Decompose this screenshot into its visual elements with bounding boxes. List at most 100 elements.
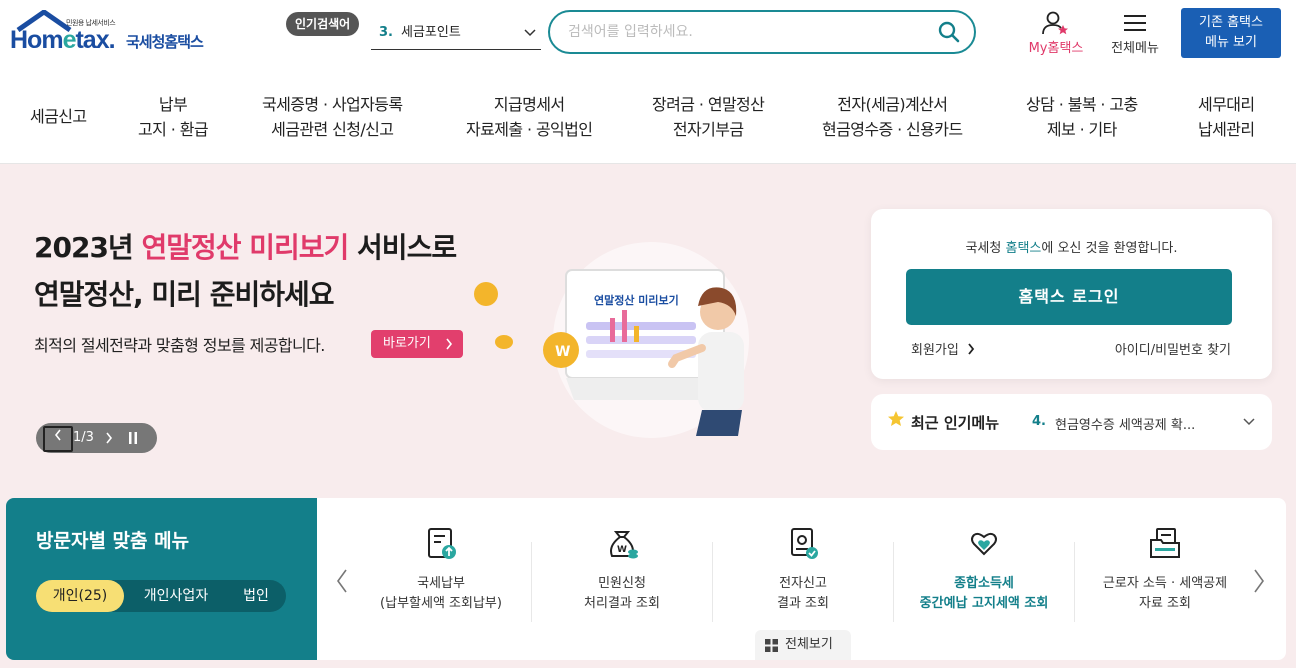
quick-item-income-tax[interactable]: 종합소득세 중간예납 고지세액 조회: [894, 526, 1074, 614]
nav-label: 고지 · 환급: [138, 120, 209, 139]
recent-menu-rank: 4.: [1032, 414, 1046, 429]
old-btn-line2: 메뉴 보기: [1205, 35, 1257, 50]
star-icon: [888, 411, 904, 426]
user-star-icon: [1042, 11, 1068, 35]
quick-label: 민원신청: [598, 576, 646, 591]
nav-incentive[interactable]: 장려금 · 연말정산전자기부금: [652, 92, 765, 142]
hamburger-icon: [1124, 15, 1146, 31]
old-btn-line1: 기존 홈택스: [1199, 15, 1263, 30]
header: 민원용 납세서비스 Hometax. 국세청홈택스 인기검색어 3. 세금포인트 …: [0, 0, 1296, 70]
nav-label: 현금영수증 · 신용카드: [822, 120, 963, 139]
nav-label: 전자(세금)계산서: [837, 95, 948, 114]
welcome-highlight: 홈택스: [1005, 241, 1042, 256]
hero-go-label: 바로가기: [383, 336, 431, 351]
nav-label: 납세관리: [1198, 120, 1255, 139]
welcome-a: 국세청: [965, 241, 1006, 256]
quick-label: 종합소득세: [954, 576, 1014, 591]
logo-en: Hometax.: [10, 26, 116, 54]
slider-page-indicator: 1/3: [73, 430, 94, 445]
find-id-password-link[interactable]: 아이디/비밀번호 찾기: [1115, 339, 1231, 358]
nav-label: 상담 · 불복 · 고충: [1026, 95, 1138, 114]
pause-icon[interactable]: [128, 432, 138, 444]
nav-label: 지급명세서: [493, 95, 565, 114]
nav-label: 장려금 · 연말정산: [652, 95, 765, 114]
nav-label: 납부: [158, 95, 188, 114]
chevron-right-icon: [446, 338, 453, 350]
old-hometax-button[interactable]: 기존 홈택스 메뉴 보기: [1181, 8, 1281, 58]
login-button[interactable]: 홈택스 로그인: [906, 269, 1232, 325]
money-bag-icon: W: [610, 531, 638, 559]
hero-title-line2: 연말정산, 미리 준비하세요: [34, 278, 334, 311]
quick-item-worker-deduction[interactable]: 근로자 소득 · 세액공제 자료 조회: [1075, 526, 1255, 614]
tab-sole-proprietor[interactable]: 개인사업자: [128, 580, 224, 612]
login-card: 국세청 홈택스에 오신 것을 환영합니다. 홈택스 로그인 회원가입 아이디/비…: [871, 209, 1272, 379]
slider-next-button[interactable]: [104, 431, 114, 445]
my-hometax-button[interactable]: My홈택스: [1018, 10, 1094, 58]
recent-popular-menu: 최근 인기메뉴 4. 현금영수증 세액공제 확...: [871, 394, 1272, 450]
nav-payment-statement[interactable]: 지급명세서자료제출 · 공익법인: [466, 92, 593, 142]
welcome-b: 에 오신 것을 환영합니다.: [1041, 241, 1178, 256]
view-all-label: 전체보기: [785, 637, 833, 652]
visitor-menu-title: 방문자별 맞춤 메뉴: [36, 530, 190, 552]
nav-e-invoice[interactable]: 전자(세금)계산서현금영수증 · 신용카드: [822, 92, 963, 142]
year-end-settlement-illustration: 연말정산 미리보기 W: [543, 242, 749, 438]
recent-menu-item[interactable]: 현금영수증 세액공제 확...: [1055, 414, 1195, 433]
folder-document-icon: [1150, 528, 1180, 558]
quick-label: 국세납부: [417, 576, 465, 591]
search-box: [548, 10, 976, 54]
chevron-down-icon[interactable]: [1242, 414, 1256, 428]
popular-search-badge: 인기검색어: [286, 12, 360, 36]
slider-controls: 1/3: [36, 423, 157, 453]
quick-label: (납부할세액 조회납부): [380, 596, 502, 611]
logo-ko: 국세청홈택스: [126, 33, 204, 51]
tab-individual[interactable]: 개인(25): [36, 580, 124, 612]
search-input[interactable]: [568, 21, 928, 43]
quick-item-e-filing[interactable]: 전자신고 결과 조회: [713, 526, 893, 614]
tab-corporation[interactable]: 법인: [228, 580, 284, 612]
chevron-left-icon[interactable]: [335, 568, 349, 594]
recent-menu-title: 최근 인기메뉴: [911, 414, 1000, 432]
quick-label: 결과 조회: [777, 596, 829, 611]
popular-search-select[interactable]: 3. 세금포인트: [371, 16, 541, 50]
nav-label: 세금신고: [30, 107, 87, 126]
nav-consulting[interactable]: 상담 · 불복 · 고충제보 · 기타: [1026, 92, 1138, 142]
nav-label: 세무대리: [1198, 95, 1255, 114]
search-icon[interactable]: [938, 21, 960, 43]
svg-text:W: W: [617, 545, 627, 555]
visitor-menu-panel: 방문자별 맞춤 메뉴 개인(25) 개인사업자 법인: [6, 498, 317, 660]
popular-term: 세금포인트: [400, 25, 461, 40]
grid-icon: [765, 639, 778, 652]
hero-go-button[interactable]: 바로가기: [371, 330, 463, 358]
quick-label: 자료 조회: [1139, 596, 1191, 611]
nav-label: 자료제출 · 공익법인: [466, 120, 593, 139]
quick-label: 전자신고: [779, 576, 827, 591]
slider-prev-button[interactable]: [43, 426, 73, 452]
hometax-logo[interactable]: 민원용 납세서비스 Hometax. 국세청홈택스: [8, 8, 223, 60]
chevron-down-icon: [524, 29, 536, 37]
heart-hands-icon: [971, 532, 997, 556]
quick-label: 처리결과 조회: [584, 596, 660, 611]
view-all-button[interactable]: 전체보기: [755, 630, 851, 660]
nav-tax-return[interactable]: 세금신고: [30, 104, 87, 129]
nav-label: 제보 · 기타: [1046, 120, 1118, 139]
hero-title-a: 2023년: [34, 231, 142, 264]
join-label: 회원가입: [911, 343, 959, 358]
hero-title-b: 서비스로: [348, 231, 457, 264]
popular-rank: 3.: [379, 25, 393, 40]
my-hometax-label: My홈택스: [1028, 41, 1084, 56]
visitor-tabs: 개인(25) 개인사업자 법인: [36, 580, 286, 612]
quick-item-civil-petition[interactable]: W 민원신청 처리결과 조회: [532, 526, 712, 614]
quick-item-tax-payment[interactable]: 국세납부 (납부할세액 조회납부): [351, 526, 531, 614]
main-nav: 세금신고 납부고지 · 환급 국세증명 · 사업자등록 세금관련 신청/신고 지급…: [0, 70, 1296, 164]
all-menu-button[interactable]: 전체메뉴: [1102, 10, 1168, 58]
nav-label: 전자기부금: [672, 120, 744, 139]
coin-icon: [495, 335, 513, 349]
nav-tax-agent[interactable]: 세무대리납세관리: [1198, 92, 1255, 142]
quick-label: 근로자 소득 · 세액공제: [1102, 576, 1228, 591]
nav-certificate[interactable]: 국세증명 · 사업자등록 세금관련 신청/신고: [262, 92, 403, 142]
hero-description: 최적의 절세전략과 맞춤형 정보를 제공합니다.: [34, 336, 325, 355]
join-link[interactable]: 회원가입: [911, 339, 976, 358]
nav-label: 국세증명 · 사업자등록: [262, 95, 403, 114]
nav-payment[interactable]: 납부고지 · 환급: [138, 92, 209, 142]
hero-title-highlight: 연말정산 미리보기: [141, 231, 349, 264]
